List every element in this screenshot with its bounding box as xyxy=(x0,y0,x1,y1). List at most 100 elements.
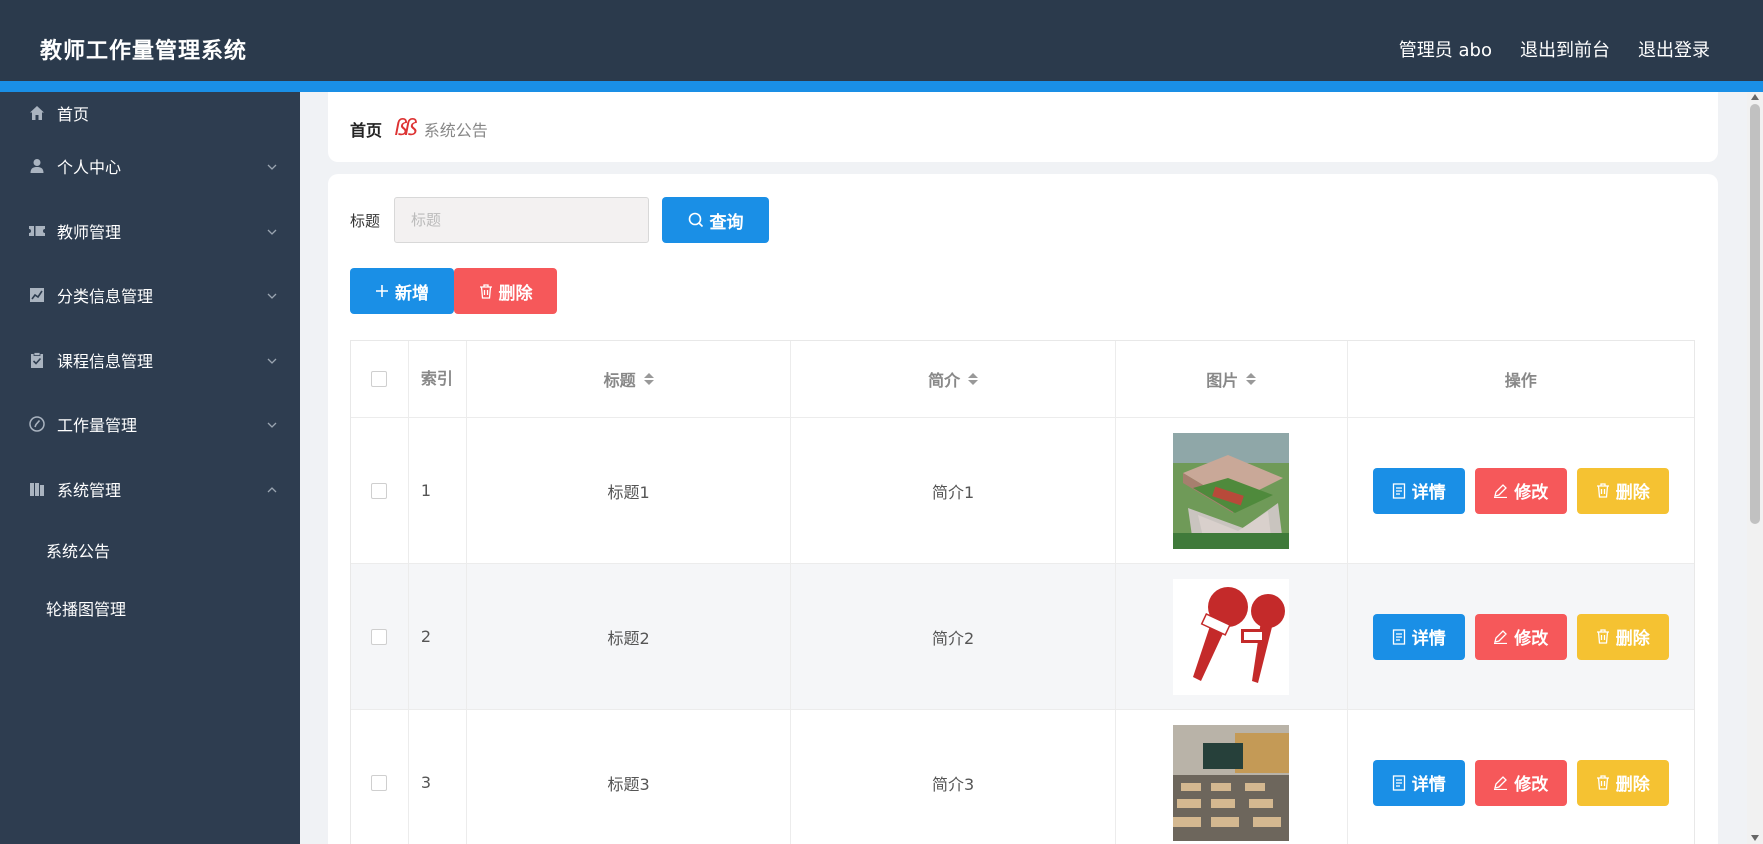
edit-icon xyxy=(1493,483,1508,498)
top-header: 教师工作量管理系统 管理员 abo 退出到前台 退出登录 xyxy=(0,0,1763,92)
table-row: 2 标题2 简介2 详情 修改 删除 xyxy=(351,564,1694,710)
batch-delete-button[interactable]: 删除 xyxy=(454,268,557,314)
sidebar-item-courses[interactable]: 课程信息管理 xyxy=(0,328,300,393)
row-title: 标题3 xyxy=(467,710,792,844)
header-check-cell xyxy=(351,341,409,417)
delete-label: 删除 xyxy=(1615,775,1650,795)
sort-icon[interactable] xyxy=(643,373,654,385)
classroom-photo[interactable] xyxy=(1173,724,1290,841)
row-checkbox[interactable] xyxy=(371,482,388,499)
main-content: 首页 ßß 系统公告 标题 查询 新增 删除 xyxy=(300,92,1747,844)
trash-icon xyxy=(1596,775,1610,790)
logout-link[interactable]: 退出登录 xyxy=(1638,36,1710,62)
edit-button[interactable]: 修改 xyxy=(1474,467,1567,514)
sidebar-item-label: 工作量管理 xyxy=(57,416,138,436)
header-image-label: 图片 xyxy=(1206,371,1239,390)
app-title: 教师工作量管理系统 xyxy=(40,39,248,64)
sidebar-item-label: 课程信息管理 xyxy=(57,351,154,371)
edit-button[interactable]: 修改 xyxy=(1474,613,1567,660)
search-button[interactable]: 查询 xyxy=(662,197,770,243)
page-scrollbar[interactable] xyxy=(1747,92,1763,844)
news-microphone-icon[interactable] xyxy=(1173,578,1290,695)
document-icon xyxy=(1392,482,1406,499)
search-bar: 标题 查询 xyxy=(350,197,770,243)
header-title[interactable]: 标题 xyxy=(467,341,792,417)
search-button-label: 查询 xyxy=(709,212,744,233)
sidebar-item-label: 首页 xyxy=(57,105,90,124)
edit-icon xyxy=(1493,775,1508,790)
scroll-up-icon[interactable] xyxy=(1751,94,1759,100)
sort-icon[interactable] xyxy=(1246,373,1257,385)
sidebar-item-label: 系统管理 xyxy=(57,480,122,500)
edit-label: 修改 xyxy=(1514,629,1549,649)
delete-button[interactable]: 删除 xyxy=(1576,613,1669,660)
header-index: 索引 xyxy=(409,341,467,417)
header-image[interactable]: 图片 xyxy=(1116,341,1348,417)
row-intro: 简介2 xyxy=(791,564,1116,709)
row-image-cell xyxy=(1116,418,1348,563)
add-button[interactable]: 新增 xyxy=(350,268,454,314)
header-operation: 操作 xyxy=(1504,371,1537,390)
search-input[interactable] xyxy=(394,197,650,243)
row-index: 1 xyxy=(409,418,467,563)
delete-button[interactable]: 删除 xyxy=(1576,759,1669,806)
row-operations: 详情 修改 删除 xyxy=(1348,564,1694,709)
sidebar: 首页 个人中心 教师管理 分类信息管理 课程信息管理 工作量管理 系统管理 系统… xyxy=(0,92,300,844)
content-card: 标题 查询 新增 删除 索引 标题 简介 图片 xyxy=(328,174,1718,844)
sidebar-subitem-announcements[interactable]: 系统公告 xyxy=(0,521,300,579)
chevron-down-icon xyxy=(266,287,278,300)
detail-button[interactable]: 详情 xyxy=(1372,759,1465,806)
table-row: 1 标题1 简介1 详情 修改 删除 xyxy=(351,418,1694,564)
breadcrumb-home[interactable]: 首页 xyxy=(350,117,382,141)
sidebar-item-label: 分类信息管理 xyxy=(57,287,154,307)
sidebar-item-profile[interactable]: 个人中心 xyxy=(0,134,300,199)
sidebar-item-home[interactable]: 首页 xyxy=(0,92,300,134)
campus-building-photo[interactable] xyxy=(1173,432,1290,549)
chevron-down-icon xyxy=(266,223,278,235)
notice-table: 索引 标题 简介 图片 操作 1 标题1 简介1 详情 修改 删除 2 标题2 … xyxy=(350,340,1695,844)
clipboard-icon xyxy=(28,351,46,369)
trash-icon xyxy=(1596,483,1610,498)
edit-button[interactable]: 修改 xyxy=(1474,759,1567,806)
row-index: 3 xyxy=(409,710,467,844)
breadcrumb-separator: ßß xyxy=(394,116,418,141)
document-icon xyxy=(1392,774,1406,791)
detail-label: 详情 xyxy=(1411,629,1446,649)
add-button-label: 新增 xyxy=(395,283,429,304)
sidebar-item-category[interactable]: 分类信息管理 xyxy=(0,263,300,328)
detail-label: 详情 xyxy=(1411,483,1446,503)
detail-button[interactable]: 详情 xyxy=(1372,613,1465,660)
sort-icon[interactable] xyxy=(968,373,979,385)
row-intro: 简介3 xyxy=(791,710,1116,844)
row-check-cell xyxy=(351,418,409,563)
action-bar: 新增 删除 xyxy=(350,268,557,314)
chart-icon xyxy=(28,286,46,304)
row-image-cell xyxy=(1116,710,1348,844)
trash-icon xyxy=(479,283,493,299)
sidebar-item-system[interactable]: 系统管理 xyxy=(0,457,300,522)
delete-button-label: 删除 xyxy=(498,283,533,304)
sidebar-item-teachers[interactable]: 教师管理 xyxy=(0,199,300,264)
search-icon xyxy=(688,212,704,228)
home-icon xyxy=(28,104,46,122)
row-checkbox[interactable] xyxy=(371,628,388,645)
plus-icon xyxy=(375,284,389,298)
sidebar-subitem-carousel[interactable]: 轮播图管理 xyxy=(0,579,300,637)
row-checkbox[interactable] xyxy=(371,774,388,791)
breadcrumb-current: 系统公告 xyxy=(423,120,488,140)
detail-button[interactable]: 详情 xyxy=(1372,467,1465,514)
admin-user-link[interactable]: 管理员 abo xyxy=(1399,36,1492,62)
header-intro[interactable]: 简介 xyxy=(791,341,1116,417)
scroll-down-icon[interactable] xyxy=(1751,835,1759,841)
breadcrumb-card: 首页 ßß 系统公告 xyxy=(328,92,1718,162)
header-title-label: 标题 xyxy=(603,371,636,390)
row-title: 标题1 xyxy=(467,418,792,563)
select-all-checkbox[interactable] xyxy=(371,371,388,387)
scrollbar-thumb[interactable] xyxy=(1750,104,1760,524)
sidebar-item-label: 个人中心 xyxy=(57,158,122,178)
exit-to-front-link[interactable]: 退出到前台 xyxy=(1520,36,1610,62)
sidebar-item-workload[interactable]: 工作量管理 xyxy=(0,392,300,457)
header-links: 管理员 abo 退出到前台 退出登录 xyxy=(1399,36,1710,62)
delete-button[interactable]: 删除 xyxy=(1576,467,1669,514)
table-header-row: 索引 标题 简介 图片 操作 xyxy=(351,341,1694,418)
